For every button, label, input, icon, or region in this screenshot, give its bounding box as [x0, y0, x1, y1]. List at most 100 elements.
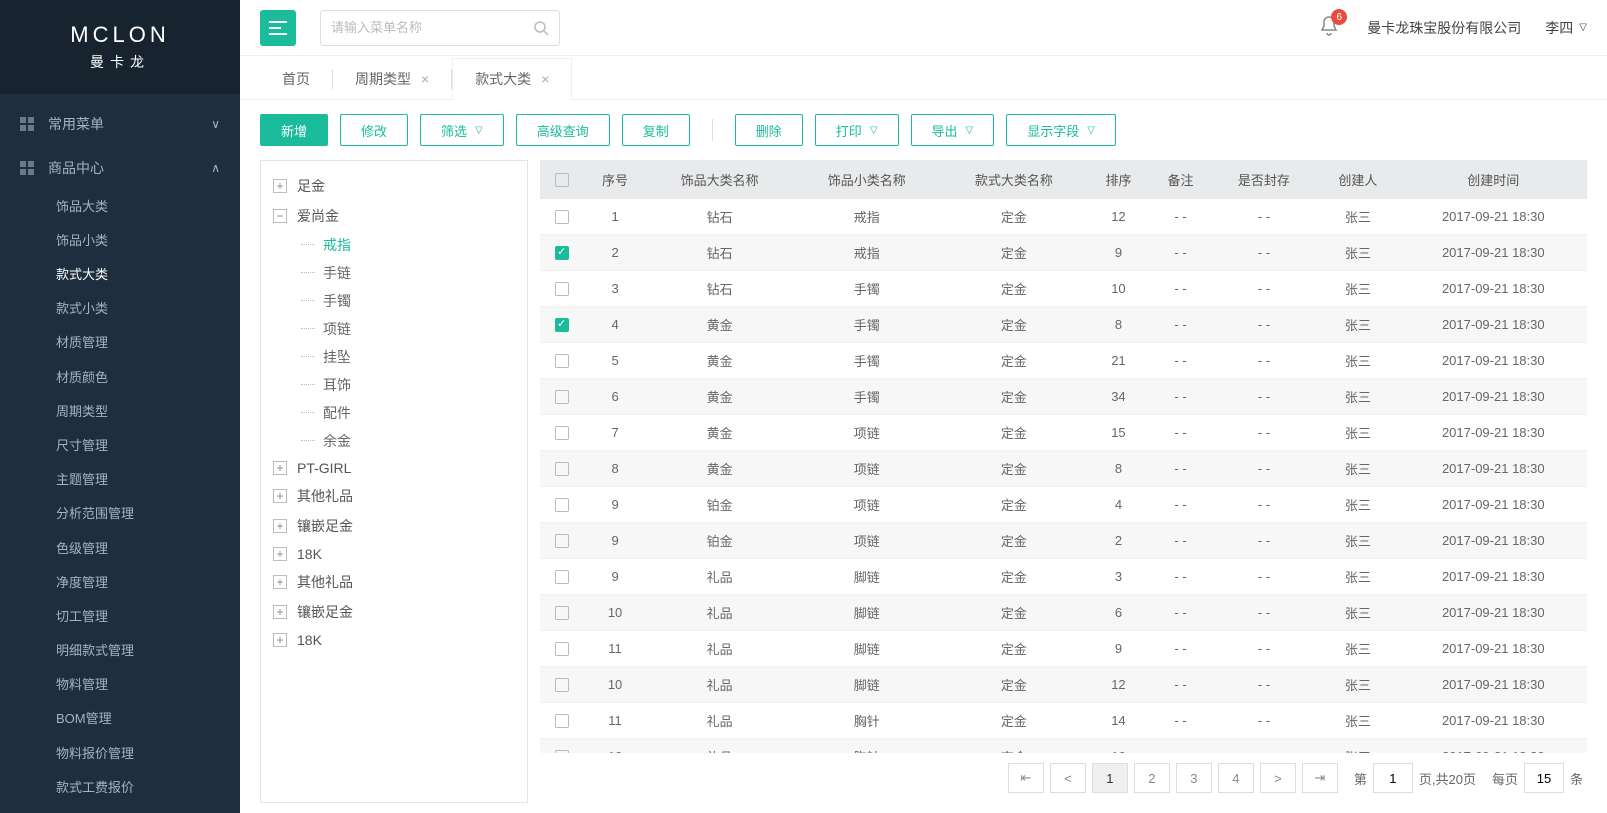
notification-button[interactable]: 6	[1319, 15, 1339, 40]
prev-page-button[interactable]: <	[1050, 763, 1086, 793]
row-checkbox[interactable]	[555, 282, 569, 296]
tree-leaf[interactable]: 戒指	[295, 231, 515, 259]
tree-node[interactable]: +镶嵌足金	[273, 511, 515, 541]
last-page-button[interactable]: ⇥	[1302, 763, 1338, 793]
tree-node[interactable]: +18K	[273, 541, 515, 567]
close-icon[interactable]: ×	[541, 71, 549, 87]
row-checkbox[interactable]	[555, 606, 569, 620]
column-header[interactable]: 款式大类名称	[940, 160, 1087, 199]
tree-leaf[interactable]: 手链	[295, 259, 515, 287]
row-checkbox[interactable]	[555, 642, 569, 656]
row-checkbox[interactable]	[555, 714, 569, 728]
filter-button[interactable]: 筛选▽	[420, 114, 504, 146]
row-checkbox[interactable]	[555, 534, 569, 548]
tree-leaf[interactable]: 配件	[295, 399, 515, 427]
row-checkbox[interactable]	[555, 390, 569, 404]
sidebar-item[interactable]: 款式大类	[0, 258, 240, 292]
tree-node[interactable]: +PT-GIRL	[273, 455, 515, 481]
column-header[interactable]: 序号	[584, 160, 646, 199]
close-icon[interactable]: ×	[421, 71, 429, 87]
tree-leaf[interactable]: 项链	[295, 315, 515, 343]
sidebar-item[interactable]: 明细款式管理	[0, 634, 240, 668]
table-row[interactable]: 9礼品脚链定金3- -- -张三2017-09-21 18:30	[540, 559, 1587, 595]
sidebar-item[interactable]: 物料管理	[0, 668, 240, 702]
table-row[interactable]: 6黄金手镯定金34- -- -张三2017-09-21 18:30	[540, 379, 1587, 415]
column-header[interactable]: 创建人	[1316, 160, 1399, 199]
table-row[interactable]: 1钻石戒指定金12- -- -张三2017-09-21 18:30	[540, 199, 1587, 235]
print-button[interactable]: 打印▽	[815, 114, 899, 146]
copy-button[interactable]: 复制	[622, 114, 690, 146]
nav-group-1[interactable]: 商品中心∧	[0, 146, 240, 190]
expand-icon[interactable]: +	[273, 605, 287, 619]
tree-leaf[interactable]: 余金	[295, 427, 515, 455]
expand-icon[interactable]: +	[273, 519, 287, 533]
nav-group-0[interactable]: 常用菜单∨	[0, 102, 240, 146]
table-row[interactable]: 11礼品脚链定金9- -- -张三2017-09-21 18:30	[540, 631, 1587, 667]
tree-leaf[interactable]: 耳饰	[295, 371, 515, 399]
sidebar-item[interactable]: 净度管理	[0, 566, 240, 600]
tree-node[interactable]: +镶嵌足金	[273, 597, 515, 627]
sidebar-item[interactable]: 分析范围管理	[0, 497, 240, 531]
column-header[interactable]: 排序	[1087, 160, 1149, 199]
row-checkbox[interactable]	[555, 210, 569, 224]
sidebar-item[interactable]: 饰品大类	[0, 190, 240, 224]
search-input[interactable]	[331, 20, 533, 35]
table-row[interactable]: 2钻石戒指定金9- -- -张三2017-09-21 18:30	[540, 235, 1587, 271]
delete-button[interactable]: 删除	[735, 114, 803, 146]
column-header[interactable]: 备注	[1150, 160, 1212, 199]
tree-node[interactable]: +其他礼品	[273, 567, 515, 597]
column-header[interactable]: 饰品小类名称	[793, 160, 940, 199]
table-row[interactable]: 5黄金手镯定金21- -- -张三2017-09-21 18:30	[540, 343, 1587, 379]
sidebar-item[interactable]: 款式工费报价	[0, 771, 240, 805]
next-page-button[interactable]: >	[1260, 763, 1296, 793]
sidebar-item[interactable]: BOM管理	[0, 702, 240, 736]
sidebar-item[interactable]: 物料报价管理	[0, 737, 240, 771]
page-button[interactable]: 2	[1134, 763, 1170, 793]
column-header[interactable]: 是否封存	[1212, 160, 1317, 199]
table-row[interactable]: 3钻石手镯定金10- -- -张三2017-09-21 18:30	[540, 271, 1587, 307]
sidebar-item[interactable]: 周期类型	[0, 395, 240, 429]
sidebar-item[interactable]: 尺寸管理	[0, 429, 240, 463]
tab[interactable]: 周期类型×	[333, 59, 451, 99]
edit-button[interactable]: 修改	[340, 114, 408, 146]
page-button[interactable]: 4	[1218, 763, 1254, 793]
user-dropdown[interactable]: 李四 ▽	[1545, 18, 1587, 38]
sidebar-item[interactable]: 款式小类	[0, 292, 240, 326]
tree-node[interactable]: −爱尚金	[273, 201, 515, 231]
tab[interactable]: 款式大类×	[452, 58, 572, 100]
sidebar-item[interactable]: 切工管理	[0, 600, 240, 634]
expand-icon[interactable]: +	[273, 575, 287, 589]
tree-leaf[interactable]: 挂坠	[295, 343, 515, 371]
expand-icon[interactable]: +	[273, 489, 287, 503]
row-checkbox[interactable]	[555, 426, 569, 440]
page-button[interactable]: 3	[1176, 763, 1212, 793]
menu-toggle-button[interactable]	[260, 10, 296, 46]
search-icon[interactable]	[533, 20, 549, 36]
table-row[interactable]: 8黄金项链定金8- -- -张三2017-09-21 18:30	[540, 451, 1587, 487]
table-row[interactable]: 9铂金项链定金2- -- -张三2017-09-21 18:30	[540, 523, 1587, 559]
new-button[interactable]: 新增	[260, 114, 328, 146]
tree-node[interactable]: +足金	[273, 171, 515, 201]
row-checkbox[interactable]	[555, 354, 569, 368]
table-row[interactable]: 10礼品脚链定金6- -- -张三2017-09-21 18:30	[540, 595, 1587, 631]
expand-icon[interactable]: +	[273, 461, 287, 475]
perpage-input[interactable]	[1524, 763, 1564, 793]
expand-icon[interactable]: +	[273, 547, 287, 561]
collapse-icon[interactable]: −	[273, 209, 287, 223]
column-header[interactable]: 创建时间	[1400, 160, 1587, 199]
row-checkbox[interactable]	[555, 678, 569, 692]
export-button[interactable]: 导出▽	[911, 114, 995, 146]
adv-search-button[interactable]: 高级查询	[516, 114, 610, 146]
sidebar-item[interactable]: 材质颜色	[0, 361, 240, 395]
table-row[interactable]: 9铂金项链定金4- -- -张三2017-09-21 18:30	[540, 487, 1587, 523]
sidebar-item[interactable]: 饰品小类	[0, 224, 240, 258]
columns-button[interactable]: 显示字段▽	[1006, 114, 1116, 146]
row-checkbox[interactable]	[555, 246, 569, 260]
sidebar-item[interactable]: 色级管理	[0, 532, 240, 566]
table-row[interactable]: 11礼品胸针定金14- -- -张三2017-09-21 18:30	[540, 703, 1587, 739]
row-checkbox[interactable]	[555, 570, 569, 584]
tree-node[interactable]: +其他礼品	[273, 481, 515, 511]
tree-leaf[interactable]: 手镯	[295, 287, 515, 315]
row-checkbox[interactable]	[555, 498, 569, 512]
expand-icon[interactable]: +	[273, 633, 287, 647]
